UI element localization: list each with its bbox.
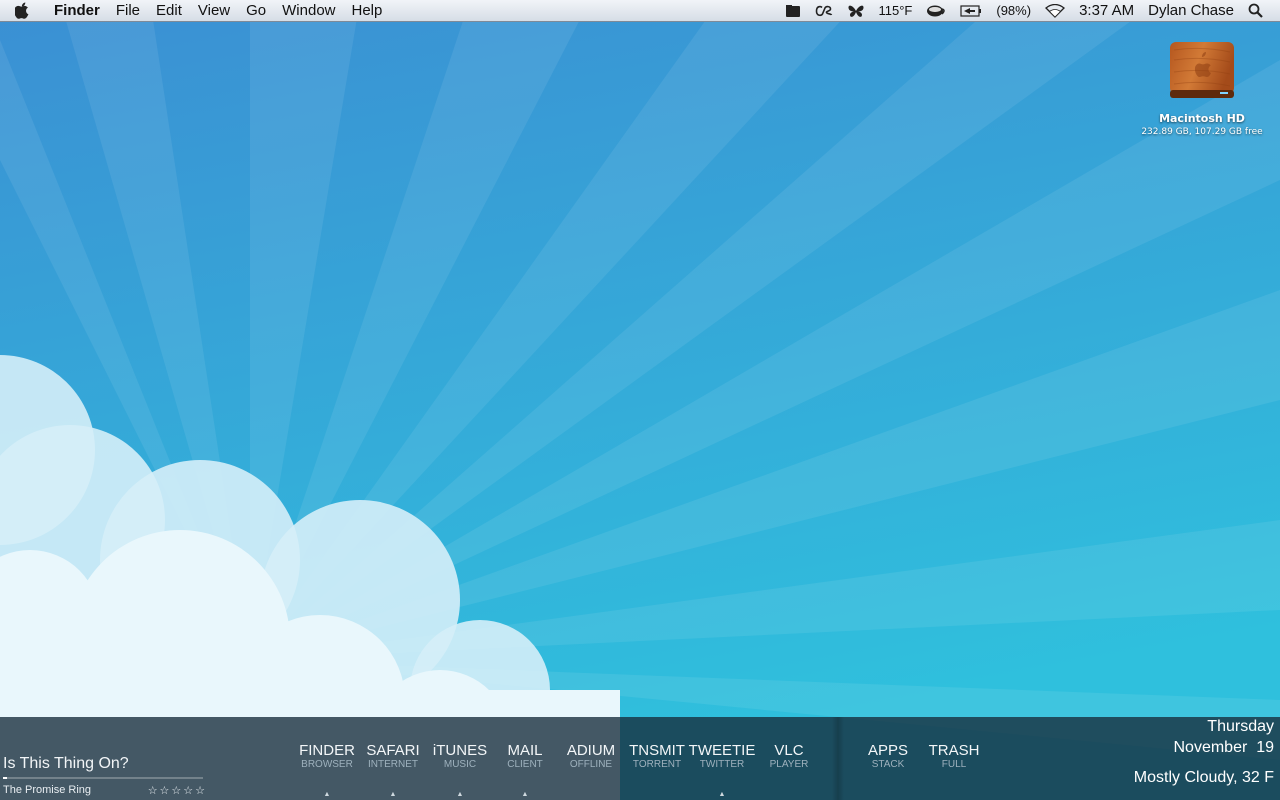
spotlight-search-icon[interactable] bbox=[1241, 3, 1270, 18]
running-indicator: ▲ bbox=[456, 791, 464, 798]
dock-item-transmit[interactable]: TNSMIT TORRENT bbox=[622, 743, 692, 771]
dock-item-sublabel: INTERNET bbox=[368, 759, 418, 770]
wooden-drive-icon bbox=[1170, 42, 1234, 98]
menu-bar: Finder File Edit View Go Window Help 115… bbox=[0, 0, 1280, 22]
dock-item-mail[interactable]: MAIL CLIENT ▲ bbox=[490, 742, 560, 798]
dock-item-sublabel: TORRENT bbox=[632, 759, 682, 770]
menu-finder[interactable]: Finder bbox=[44, 0, 108, 22]
weather-condition: Mostly Cloudy, 32 F bbox=[1133, 769, 1274, 786]
dock-item-finder[interactable]: FINDER BROWSER ▲ bbox=[292, 742, 362, 798]
dock-item-itunes[interactable]: iTUNES MUSIC ▲ bbox=[425, 742, 495, 798]
hd-name: Macintosh HD bbox=[1159, 112, 1245, 125]
dock-item-label: MAIL bbox=[507, 742, 543, 759]
dock-divider bbox=[832, 717, 844, 800]
dock-item-sublabel: CLIENT bbox=[507, 759, 543, 770]
lastfm-icon[interactable] bbox=[808, 5, 840, 17]
battery-percent[interactable]: (98%) bbox=[989, 0, 1038, 22]
running-indicator: ▲ bbox=[521, 791, 529, 798]
hd-info: 232.89 GB, 107.29 GB free bbox=[1141, 127, 1263, 137]
dock-item-sublabel: BROWSER bbox=[301, 759, 353, 770]
dock-item-sublabel: TWITTER bbox=[699, 759, 745, 770]
dock-item-vlc[interactable]: VLC PLAYER bbox=[754, 743, 824, 771]
track-progress-fill bbox=[3, 777, 7, 779]
menu-file[interactable]: File bbox=[108, 0, 148, 22]
date-weather-widget: Thursday November 19 Mostly Cloudy, 32 F bbox=[1134, 717, 1274, 788]
wifi-icon[interactable] bbox=[1038, 3, 1072, 18]
dock-item-sublabel: MUSIC bbox=[443, 759, 477, 770]
caffeine-cup-icon[interactable] bbox=[919, 4, 953, 18]
dock-item-label: ADIUM bbox=[566, 742, 616, 759]
desktop: Finder File Edit View Go Window Help 115… bbox=[0, 0, 1280, 800]
menu-help[interactable]: Help bbox=[344, 0, 391, 22]
menu-go[interactable]: Go bbox=[238, 0, 274, 22]
wallpaper bbox=[0, 0, 1280, 800]
bottom-bar: Is This Thing On? The Promise Ring ☆☆☆☆☆… bbox=[0, 717, 1280, 800]
dock-item-apps-stack[interactable]: APPS STACK bbox=[853, 743, 923, 771]
track-rating-stars[interactable]: ☆☆☆☆☆ bbox=[148, 784, 207, 797]
dock-item-sublabel: FULL bbox=[941, 759, 967, 770]
macintosh-hd-icon[interactable]: Macintosh HD 232.89 GB, 107.29 GB free bbox=[1140, 40, 1264, 137]
menu-edit[interactable]: Edit bbox=[148, 0, 190, 22]
running-indicator: ▲ bbox=[389, 791, 397, 798]
dock-item-tweetie[interactable]: TWEETIE TWITTER ▲ bbox=[687, 742, 757, 798]
dock-item-label: TWEETIE bbox=[688, 742, 756, 759]
track-artist: The Promise Ring bbox=[3, 784, 92, 796]
dock-item-label: iTUNES bbox=[432, 742, 488, 759]
track-progress-bar[interactable] bbox=[3, 777, 203, 779]
menu-window[interactable]: Window bbox=[274, 0, 343, 22]
dock-item-label: TNSMIT bbox=[629, 742, 685, 759]
dock-item-label: APPS bbox=[867, 742, 909, 759]
apple-menu-icon[interactable] bbox=[0, 2, 44, 19]
now-playing-widget: Is This Thing On? The Promise Ring ☆☆☆☆☆ bbox=[3, 755, 207, 797]
dock-item-sublabel: STACK bbox=[871, 759, 905, 770]
dock-item-sublabel: OFFLINE bbox=[569, 759, 613, 770]
butterfly-icon[interactable] bbox=[840, 4, 872, 18]
dock-item-adium[interactable]: ADIUM OFFLINE bbox=[556, 743, 626, 771]
dock-item-safari[interactable]: SAFARI INTERNET ▲ bbox=[358, 742, 428, 798]
dock-item-label: VLC bbox=[774, 742, 804, 759]
user-menu[interactable]: Dylan Chase bbox=[1141, 0, 1241, 22]
dock-item-sublabel: PLAYER bbox=[769, 759, 809, 770]
flag-menu-icon[interactable] bbox=[778, 4, 808, 18]
dock-item-trash[interactable]: TRASH FULL bbox=[919, 743, 989, 771]
dock-item-label: TRASH bbox=[928, 742, 980, 759]
temperature-status[interactable]: 115°F bbox=[872, 0, 920, 22]
running-indicator: ▲ bbox=[323, 791, 331, 798]
weekday: Thursday bbox=[1207, 718, 1274, 735]
dock-item-label: SAFARI bbox=[366, 742, 420, 759]
running-indicator: ▲ bbox=[718, 791, 726, 798]
dock-item-label: FINDER bbox=[299, 742, 355, 759]
date: November 19 bbox=[1173, 739, 1275, 756]
battery-icon[interactable] bbox=[953, 4, 989, 17]
menu-view[interactable]: View bbox=[190, 0, 238, 22]
clock[interactable]: 3:37 AM bbox=[1072, 0, 1141, 22]
track-title: Is This Thing On? bbox=[3, 755, 129, 772]
